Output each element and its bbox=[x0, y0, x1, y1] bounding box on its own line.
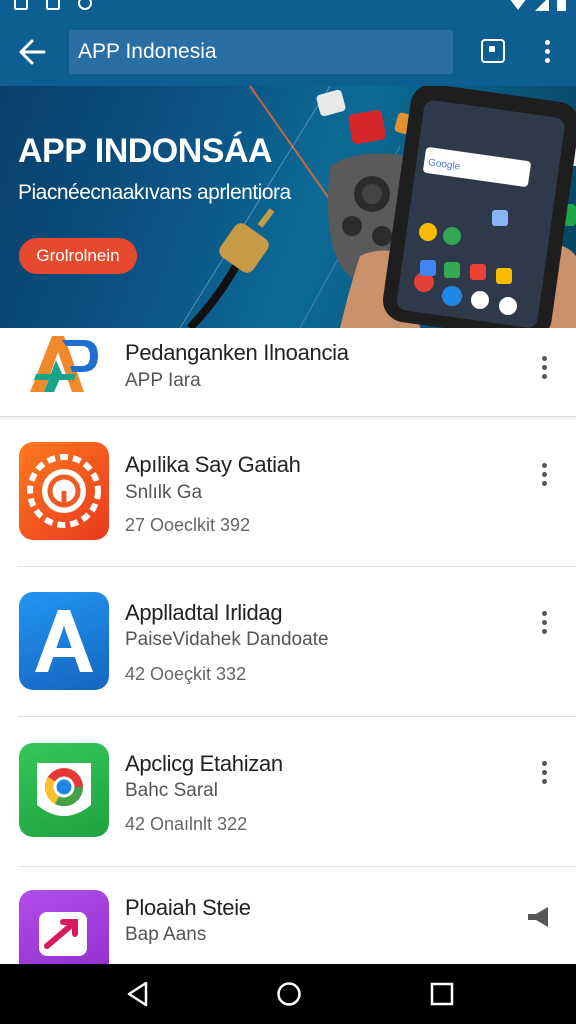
more-vert-icon bbox=[534, 461, 554, 486]
app-bar: APP Indonesia bbox=[0, 18, 576, 86]
arrow-back-icon bbox=[19, 39, 46, 65]
tabs-button[interactable] bbox=[481, 39, 505, 63]
nav-home-button[interactable] bbox=[275, 980, 303, 1008]
search-input[interactable]: APP Indonesia bbox=[69, 30, 453, 74]
nav-recents-button[interactable] bbox=[428, 980, 456, 1008]
nav-back-button[interactable] bbox=[124, 980, 152, 1008]
phone-illustration: Google bbox=[382, 86, 576, 328]
more-vert-icon bbox=[534, 609, 554, 634]
status-bar bbox=[0, 0, 576, 18]
app-meta: 27 Ooeclkit 392 bbox=[125, 515, 251, 535]
letter-a-icon bbox=[19, 592, 109, 690]
app-developer: Bap Aans bbox=[125, 924, 207, 945]
featured-title: Pedanganken Ilnoancia bbox=[125, 340, 349, 365]
app-meta: 42 Onaılnlt 322 bbox=[125, 814, 248, 834]
signal-icon bbox=[535, 0, 549, 11]
app-more-button[interactable] bbox=[534, 461, 554, 489]
featured-more-button[interactable] bbox=[534, 354, 554, 382]
app-title: Applladtal Irlidag bbox=[125, 600, 283, 625]
app-title: Apılika Say Gatiah bbox=[125, 452, 301, 477]
app-developer: Bahc Saral bbox=[125, 780, 218, 801]
notification-icons bbox=[14, 0, 92, 10]
notification-icon bbox=[14, 0, 28, 10]
wifi-icon bbox=[509, 0, 527, 10]
list-item[interactable]: Ploaiah Steie Bap Aans bbox=[0, 867, 576, 988]
banner-illustration: Google bbox=[179, 86, 576, 328]
message-icon bbox=[78, 0, 92, 10]
square-recents-icon bbox=[430, 982, 454, 1006]
list-item[interactable]: Apılika Say Gatiah Snlılk Ga 27 Ooeclkit… bbox=[0, 417, 576, 567]
circle-home-icon bbox=[277, 982, 301, 1006]
featured-subtitle: APP Iara bbox=[125, 370, 201, 391]
list-item[interactable]: Applladtal Irlidag PaiseVidahek Dandoate… bbox=[0, 567, 576, 717]
gear-spiral-icon bbox=[19, 442, 109, 540]
chrome-ring-icon bbox=[19, 743, 109, 837]
app-title: Ploaiah Steie bbox=[125, 895, 251, 920]
more-vert-icon bbox=[534, 354, 554, 379]
battery-icon bbox=[557, 0, 566, 11]
megaphone-icon bbox=[528, 907, 548, 927]
more-vert-icon bbox=[534, 759, 554, 784]
navigation-bar bbox=[0, 964, 576, 1024]
featured-app-row[interactable]: Pedanganken Ilnoancia APP Iara bbox=[0, 328, 576, 417]
app-action-button[interactable] bbox=[526, 905, 552, 933]
app-meta: 42 Ooeçkit 332 bbox=[125, 664, 247, 684]
banner-title: APP INDONSÁA bbox=[18, 132, 273, 170]
screen: APP Indonesia Google APP INDONSÁA Piacné… bbox=[0, 0, 576, 1024]
app-developer: Snlılk Ga bbox=[125, 482, 203, 503]
triangle-back-icon bbox=[127, 981, 148, 1007]
app-more-button[interactable] bbox=[534, 759, 554, 787]
more-vert-icon bbox=[536, 38, 558, 63]
app-title: Apclicg Etahizan bbox=[125, 751, 283, 776]
banner-cta-button[interactable]: Grolrolnein bbox=[19, 238, 137, 274]
app-logo-icon bbox=[30, 336, 98, 392]
system-icons bbox=[509, 0, 566, 11]
app-more-button[interactable] bbox=[534, 609, 554, 637]
image-icon bbox=[46, 0, 60, 10]
overflow-menu-button[interactable] bbox=[536, 38, 558, 66]
promo-banner[interactable]: Google APP INDONSÁA Piacnéecnaakıvans ap… bbox=[0, 86, 576, 328]
app-developer: PaiseVidahek Dandoate bbox=[125, 629, 329, 650]
back-button[interactable] bbox=[14, 34, 50, 70]
banner-subtitle: Piacnéecnaakıvans aprlentiora bbox=[18, 181, 291, 204]
list-item[interactable]: Apclicg Etahizan Bahc Saral 42 Onaılnlt … bbox=[0, 717, 576, 867]
